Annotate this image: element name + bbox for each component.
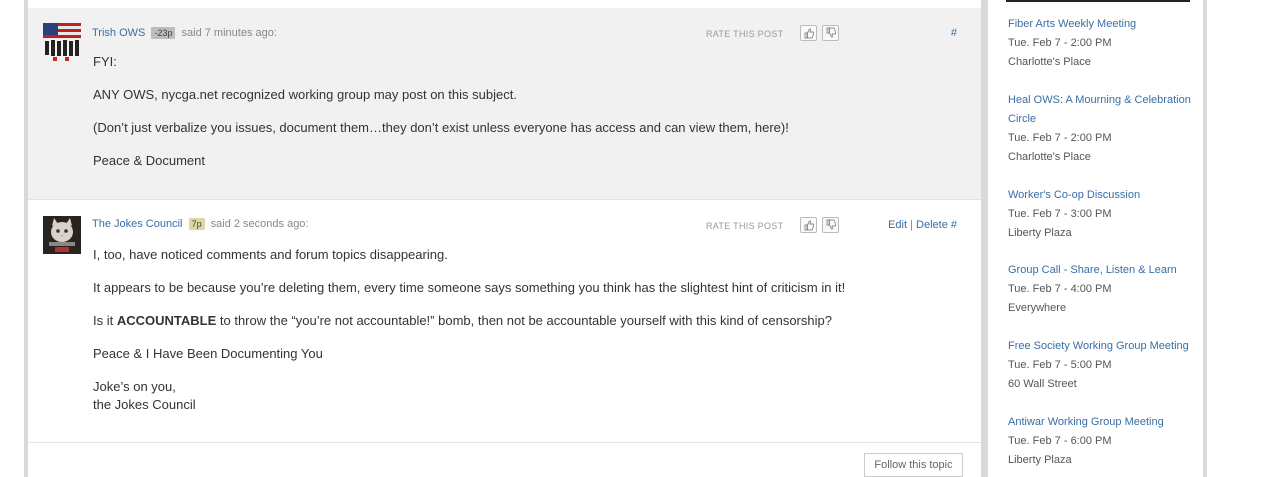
event-title-link[interactable]: Free Society Working Group Meeting (1008, 337, 1193, 356)
event-location: 60 Wall Street (1008, 378, 1077, 390)
post-paragraph: Is it ACCOUNTABLE to throw the “you’re n… (93, 312, 845, 330)
sidebar-top-border (1006, 0, 1190, 2)
post-paragraph: (Don’t just verbalize you issues, docume… (93, 120, 789, 135)
event-location: Charlotte's Place (1008, 151, 1091, 163)
post-paragraph: Peace & Document (93, 153, 206, 168)
rate-label: RATE THIS POST (706, 221, 784, 231)
event-item: Heal OWS: A Mourning & Celebration Circl… (1008, 91, 1193, 167)
thumbs-down-icon (826, 27, 837, 38)
forum-post: The Jokes Council 7p said 2 seconds ago:… (28, 201, 981, 443)
event-location: Charlotte's Place (1008, 56, 1091, 68)
post-paragraph: It appears to be because you’re deleting… (93, 280, 846, 295)
edit-link[interactable]: Edit (888, 219, 907, 231)
forum-thread: Trish OWS -23p said 7 minutes ago: RATE … (28, 0, 981, 477)
post-paragraph: Peace & I Have Been Documenting You (93, 346, 323, 361)
delete-link[interactable]: Delete (916, 219, 948, 231)
post-timestamp: said 7 minutes ago: (181, 27, 277, 39)
forum-post: Trish OWS -23p said 7 minutes ago: RATE … (28, 8, 981, 200)
event-item: Worker's Co-op Discussion Tue. Feb 7 - 3… (1008, 186, 1193, 243)
event-location: Everywhere (1008, 302, 1067, 314)
event-title-link[interactable]: Antiwar Working Group Meeting (1008, 413, 1193, 432)
event-title-link[interactable]: Worker's Co-op Discussion (1008, 186, 1193, 205)
event-time: Tue. Feb 7 - 5:00 PM (1008, 359, 1112, 371)
separator: | (910, 219, 913, 231)
text-segment: Is it (93, 313, 117, 328)
event-item: Free Society Working Group Meeting Tue. … (1008, 337, 1193, 394)
events-sidebar: Fiber Arts Weekly Meeting Tue. Feb 7 - 2… (989, 0, 1203, 477)
event-time: Tue. Feb 7 - 4:00 PM (1008, 283, 1112, 295)
post-body: FYI: ANY OWS, nycga.net recognized worki… (93, 53, 789, 185)
thumbs-down-icon (826, 219, 837, 230)
event-title-link[interactable]: Fiber Arts Weekly Meeting (1008, 15, 1193, 34)
reputation-badge: 7p (188, 218, 205, 230)
event-title-link[interactable]: Group Call - Share, Listen & Learn (1008, 261, 1193, 280)
event-time: Tue. Feb 7 - 6:00 PM (1008, 435, 1112, 447)
flag-avatar-icon (43, 23, 81, 61)
text-segment: to throw the “you’re not accountable!” b… (216, 313, 832, 328)
event-time: Tue. Feb 7 - 3:00 PM (1008, 208, 1112, 220)
event-item: Group Call - Share, Listen & Learn Tue. … (1008, 261, 1193, 318)
post-meta: Trish OWS -23p said 7 minutes ago: (92, 27, 277, 39)
sidebar-border (1203, 0, 1207, 477)
author-link[interactable]: The Jokes Council (92, 218, 183, 230)
post-body: I, too, have noticed comments and forum … (93, 246, 845, 429)
thumbs-up-button[interactable] (800, 217, 817, 233)
thumbs-down-button[interactable] (822, 217, 839, 233)
event-item: Antiwar Working Group Meeting Tue. Feb 7… (1008, 413, 1193, 470)
event-item: Fiber Arts Weekly Meeting Tue. Feb 7 - 2… (1008, 15, 1193, 72)
permalink[interactable]: # (951, 27, 957, 39)
avatar[interactable] (43, 216, 81, 254)
avatar[interactable] (43, 23, 81, 61)
rate-label: RATE THIS POST (706, 29, 784, 39)
thumbs-up-icon (804, 28, 815, 39)
thumbs-up-icon (804, 220, 815, 231)
signature-line: Joke’s on you, (93, 379, 176, 394)
post-timestamp: said 2 seconds ago: (210, 218, 309, 230)
event-location: Liberty Plaza (1008, 454, 1072, 466)
thumbs-down-button[interactable] (822, 25, 839, 41)
post-signature: Joke’s on you, the Jokes Council (93, 378, 845, 414)
post-paragraph: FYI: (93, 54, 117, 69)
thumbs-up-button[interactable] (800, 25, 817, 41)
post-actions: Edit | Delete # (888, 219, 957, 231)
bold-text: ACCOUNTABLE (116, 313, 217, 328)
post-meta: The Jokes Council 7p said 2 seconds ago: (92, 218, 309, 230)
post-paragraph: I, too, have noticed comments and forum … (93, 247, 448, 262)
follow-topic-button[interactable]: Follow this topic (864, 453, 963, 477)
post-paragraph: ANY OWS, nycga.net recognized working gr… (93, 87, 517, 102)
post-actions: # (951, 27, 957, 39)
signature-line: the Jokes Council (93, 397, 196, 412)
event-location: Liberty Plaza (1008, 227, 1072, 239)
event-time: Tue. Feb 7 - 2:00 PM (1008, 37, 1112, 49)
event-time: Tue. Feb 7 - 2:00 PM (1008, 132, 1112, 144)
cat-avatar-icon (43, 216, 81, 254)
reputation-badge: -23p (151, 27, 176, 39)
event-title-link[interactable]: Heal OWS: A Mourning & Celebration Circl… (1008, 91, 1193, 129)
author-link[interactable]: Trish OWS (92, 27, 145, 39)
permalink[interactable]: # (951, 219, 957, 231)
content-divider (981, 0, 988, 477)
